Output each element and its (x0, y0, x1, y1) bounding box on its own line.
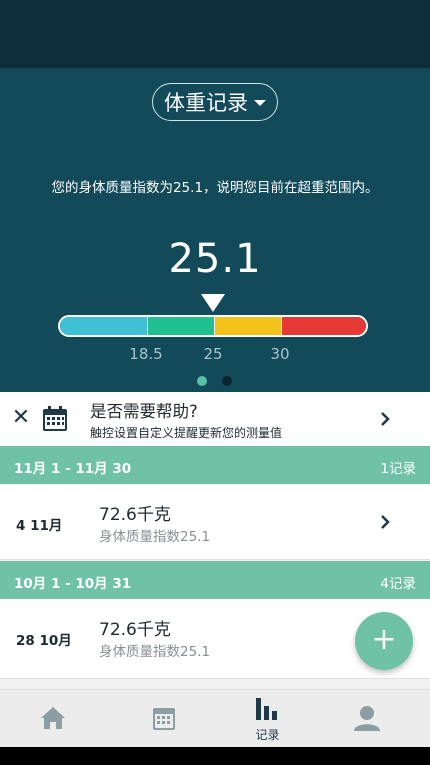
group-range: 11月 1 - 11月 30 (14, 461, 132, 477)
bmi-hero: 体重记录 您的身体质量指数为25.1，说明您目前在超重范围内。 25.1 18.… (0, 68, 430, 392)
chevron-right-icon[interactable] (378, 412, 392, 426)
help-subtitle: 触控设置自定义提醒更新您的测量值 (90, 426, 283, 440)
record-bmi: 身体质量指数25.1 (99, 529, 211, 545)
add-record-button[interactable]: + (355, 612, 413, 670)
group-header: 10月 1 - 10月 31 4记录 (0, 561, 430, 599)
status-bar (0, 0, 430, 68)
group-range: 10月 1 - 10月 31 (14, 576, 132, 592)
caret-down-icon (254, 100, 266, 106)
group-header: 11月 1 - 11月 30 1记录 (0, 446, 430, 484)
home-icon (41, 707, 65, 729)
bmi-segment-overweight (215, 317, 282, 335)
record-weight: 72.6千克 (99, 505, 171, 525)
record-row[interactable]: 4 11月 72.6千克 身体质量指数25.1 (0, 484, 430, 560)
group-count: 4记录 (380, 576, 416, 592)
bmi-tick-label: 18.5 (129, 345, 163, 363)
group-count: 1记录 (380, 461, 416, 477)
calendar-icon (153, 708, 175, 730)
bmi-scale-bar (58, 315, 368, 337)
calendar-icon (43, 406, 67, 431)
bmi-segment-obese (282, 317, 366, 335)
bmi-segment-underweight (60, 317, 148, 335)
bottom-nav: 记录 (0, 689, 430, 747)
bar-chart-icon (256, 698, 277, 720)
pager-dot-active[interactable] (197, 376, 207, 386)
record-bmi: 身体质量指数25.1 (99, 644, 211, 660)
title-dropdown[interactable]: 体重记录 (152, 83, 278, 121)
bmi-tick-label: 25 (203, 345, 223, 363)
nav-calendar[interactable] (107, 690, 214, 748)
nav-records[interactable]: 记录 (214, 690, 321, 748)
system-nav-bar (0, 747, 430, 765)
bmi-message: 您的身体质量指数为25.1，说明您目前在超重范围内。 (51, 180, 379, 196)
page-title: 体重记录 (164, 91, 248, 115)
nav-records-label: 记录 (255, 728, 280, 742)
bmi-value: 25.1 (168, 236, 262, 282)
record-weight: 72.6千克 (99, 620, 171, 640)
record-date: 28 10月 (16, 633, 72, 649)
bmi-segment-normal (148, 317, 215, 335)
record-date: 4 11月 (16, 518, 63, 534)
nav-profile[interactable] (321, 690, 428, 748)
nav-home[interactable] (0, 690, 107, 748)
bmi-tick-label: 30 (270, 345, 290, 363)
chevron-right-icon[interactable] (378, 515, 392, 529)
pager-dot[interactable] (222, 376, 232, 386)
help-title: 是否需要帮助? (90, 402, 198, 421)
close-icon[interactable]: ✕ (10, 406, 32, 430)
person-icon (354, 706, 380, 731)
bmi-pointer-icon (201, 294, 225, 312)
help-card[interactable]: ✕ 是否需要帮助? 触控设置自定义提醒更新您的测量值 (0, 392, 430, 446)
